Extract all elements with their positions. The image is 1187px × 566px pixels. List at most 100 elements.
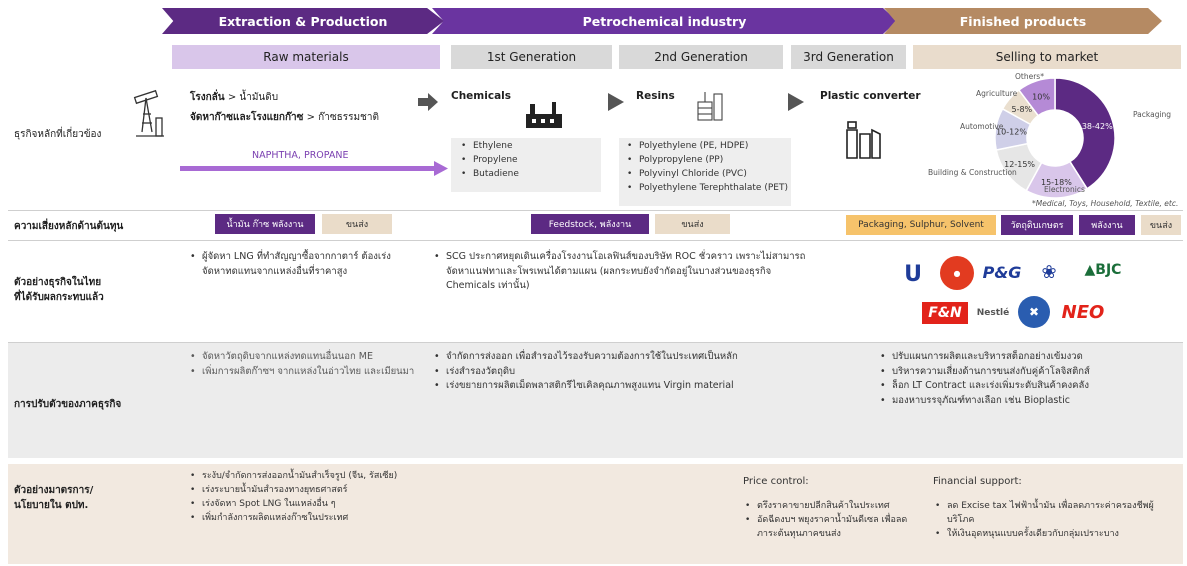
stage-petrochemical-label: Petrochemical industry (582, 13, 747, 29)
list-item: ให้เงินอุดหนุนแบบครั้งเดียวกับกลุ่มเปราะ… (935, 528, 1180, 542)
stage-petrochemical: Petrochemical industry (432, 8, 897, 34)
chart-label: Building & Construction (928, 168, 1017, 177)
chart-label: Electronics (1044, 185, 1085, 194)
substage-g3: 3rd Generation (791, 45, 906, 69)
chart-label: Packaging (1133, 110, 1172, 119)
chart-label: Agriculture (976, 89, 1018, 98)
donut-slice-value: 10% (1032, 92, 1050, 101)
substage-g1: 1st Generation (451, 45, 612, 69)
list-item: Polyethylene (PE, HDPE) (627, 140, 788, 154)
list-item: Ethylene (461, 140, 519, 154)
adaptation-raw: จัดหาวัตถุดิบจากแหล่งทดแทนอื่นนอก ME เพิ… (190, 350, 422, 379)
list-item: Polyvinyl Chloride (PVC) (627, 168, 788, 182)
risk-chip: ขนส่ง (1141, 215, 1181, 235)
fn-logo: F&N (922, 302, 968, 324)
risk-chip: วัตถุดิบเกษตร (1001, 215, 1073, 235)
stage-finished-label: Finished products (959, 13, 1087, 29)
risk-chip: Packaging, Sulphur, Solvent (846, 215, 996, 235)
gas-detail: > ก๊าซธรรมชาติ (303, 112, 379, 123)
row-label-core: ธุรกิจหลักที่เกี่ยวข้อง (14, 129, 102, 140)
divider (8, 240, 1183, 241)
row-label-line: ตัวอย่างธุรกิจในไทย (14, 277, 102, 288)
bjc-logo: ▲BJC (1084, 262, 1122, 278)
list-item: Polypropylene (PP) (627, 154, 788, 168)
converter-title: Plastic converter (820, 90, 921, 102)
list-item: ระงับ/จำกัดการส่งออกน้ำมันสำเร็จรูป (จีน… (190, 470, 520, 484)
adaptation-petro: จำกัดการส่งออก เพื่อสำรองไว้รองรับความต้… (434, 350, 834, 394)
risk-chip: ขนส่ง (655, 214, 730, 234)
pg-logo: P&G (982, 262, 1022, 282)
row-label-line: ที่ได้รับผลกระทบแล้ว (14, 291, 104, 303)
refinery-line: โรงกลั่น > น้ำมันดิบ (190, 90, 278, 105)
risk-chip: น้ำมัน ก๊าซ พลังงาน (215, 214, 315, 234)
list-item: เร่งจัดหา Spot LNG ในแหล่งอื่น ๆ (190, 498, 520, 512)
examples-raw: ผู้จัดหา LNG ที่ทำสัญญาซื้อจากกาตาร์ ต้อ… (190, 250, 410, 279)
list-item: เร่งระบายน้ำมันสำรองทางยุทธศาสตร์ (190, 484, 520, 498)
chart-label: Automotive (960, 122, 1004, 131)
resin-plant-icon (697, 92, 723, 121)
list-item: จำกัดการส่งออก เพื่อสำรองไว้รองรับความต้… (434, 350, 834, 365)
row-label-adaptation: การปรับตัวของภาคธุรกิจ (14, 399, 122, 410)
price-control-list: ตรึงราคาขายปลีกสินค้าในประเทศ อัดฉีดงบฯ … (745, 500, 915, 542)
financial-support-list: ลด Excise tax ไฟฟ้าน้ำมัน เพื่อลดภาระค่า… (935, 500, 1180, 542)
list-item: Polyethylene Terephthalate (PET) (627, 182, 788, 196)
list-item: อัดฉีดงบฯ พยุงราคาน้ำมันดีเซล เพื่อลดภาร… (745, 514, 915, 542)
list-item: ตรึงราคาขายปลีกสินค้าในประเทศ (745, 500, 915, 514)
substage-raw: Raw materials (172, 45, 440, 69)
risk-chip: ขนส่ง (322, 214, 392, 234)
gas-line: จัดหาก๊าซและโรงแยกก๊าซ > ก๊าซธรรมชาติ (190, 110, 379, 125)
list-item: เร่งขยายการผลิตเม็ดพลาสติกรีไซเคิลคุณภาพ… (434, 379, 834, 394)
list-item: Butadiene (461, 168, 519, 182)
bottle-icon (846, 121, 881, 159)
price-control-title: Price control: (743, 476, 809, 487)
list-item: ผู้จัดหา LNG ที่ทำสัญญาซื้อจากกาตาร์ ต้อ… (190, 250, 410, 279)
stage-finished: Finished products (884, 8, 1162, 34)
osotspa-logo: ❀ (1041, 261, 1057, 283)
list-item: เพิ่มกำลังการผลิตแหล่งก๊าซในประเทศ (190, 512, 520, 526)
list-item: ลด Excise tax ไฟฟ้าน้ำมัน เพื่อลดภาระค่า… (935, 500, 1180, 528)
refinery-title: โรงกลั่น (190, 92, 225, 103)
flow-arrow-icon (788, 93, 804, 111)
resins-title: Resins (636, 90, 675, 102)
flow-arrow-icon (608, 93, 624, 111)
list-item: ปรับแผนการผลิตและบริหารสต็อกอย่างเข้มงวด (880, 350, 1180, 365)
row-label-measures: ตัวอย่างมาตรการ/ นโยบายใน ตปท. (14, 484, 93, 513)
refinery-detail: > น้ำมันดิบ (224, 92, 279, 103)
risk-chip: Feedstock, พลังงาน (531, 214, 649, 234)
stage-extraction-label: Extraction & Production (218, 13, 388, 29)
donut-slice-value: 5-8% (1011, 105, 1032, 114)
dutchmill-logo: ✖ (1018, 296, 1050, 328)
row-label-risk: ความเสี่ยงหลักด้านต้นทุน (14, 221, 124, 232)
chart-note: *Medical, Toys, Household, Textile, etc. (1032, 199, 1179, 208)
substage-sell: Selling to market (913, 45, 1181, 69)
row-label-line: นโยบายใน ตปท. (14, 499, 89, 511)
gas-title: จัดหาก๊าซและโรงแยกก๊าซ (190, 112, 304, 123)
unilever-logo: U (904, 261, 922, 287)
donut-slice-value: 38-42% (1082, 122, 1113, 131)
list-item: Propylene (461, 154, 519, 168)
list-item: บริหารความเสี่ยงด้านการขนส่งกับคู่ค้าโลจ… (880, 365, 1180, 380)
risk-chip: พลังงาน (1079, 215, 1135, 235)
list-item: ล็อก LT Contract และเร่งเพิ่มระดับสินค้า… (880, 379, 1180, 394)
feedstock-label: NAPHTHA, PROPANE (252, 150, 349, 161)
resins-list: Polyethylene (PE, HDPE) Polypropylene (P… (627, 140, 788, 196)
neo-logo: NEO (1061, 301, 1105, 323)
flow-arrow-icon (418, 93, 438, 111)
feedstock-arrow (180, 161, 448, 176)
stage-extraction: Extraction & Production (162, 8, 444, 34)
row-label-line: ตัวอย่างมาตรการ/ (14, 485, 94, 496)
chart-label: Others* (1015, 72, 1044, 81)
list-item: SCG ประกาศหยุดเดินเครื่องโรงงานโอเลฟินส์… (434, 250, 814, 294)
factory-icon (526, 102, 562, 128)
bahamat-logo: ● (940, 256, 974, 290)
chemicals-title: Chemicals (451, 90, 512, 102)
substage-g2: 2nd Generation (619, 45, 783, 69)
examples-petro: SCG ประกาศหยุดเดินเครื่องโรงงานโอเลฟินส์… (434, 250, 814, 294)
list-item: เร่งสำรองวัตถุดิบ (434, 365, 834, 380)
financial-support-title: Financial support: (933, 476, 1022, 487)
list-item: เพิ่มการผลิตก๊าซฯ จากแหล่งในอ่าวไทย และเ… (190, 365, 422, 380)
chemicals-list: Ethylene Propylene Butadiene (461, 140, 519, 182)
adaptation-fin: ปรับแผนการผลิตและบริหารสต็อกอย่างเข้มงวด… (880, 350, 1180, 409)
list-item: มองหาบรรจุภัณฑ์ทางเลือก เช่น Bioplastic (880, 394, 1180, 409)
divider (8, 210, 1183, 211)
